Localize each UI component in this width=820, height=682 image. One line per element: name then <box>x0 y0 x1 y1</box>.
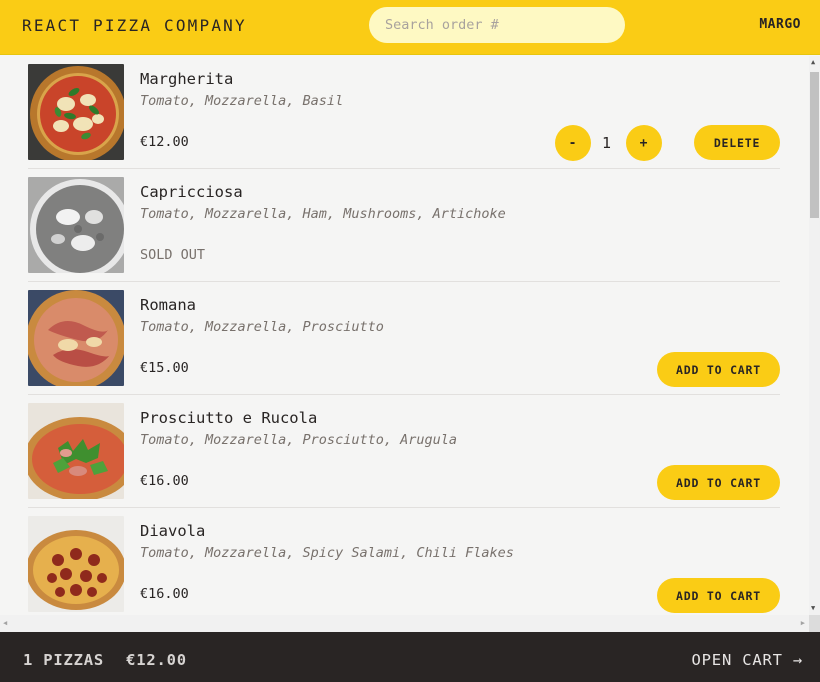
add-to-cart-button[interactable]: ADD TO CART <box>657 578 780 613</box>
pizza-image-prosciutto-e-rucola <box>28 403 124 499</box>
vertical-scrollbar-thumb[interactable] <box>810 72 819 218</box>
add-to-cart-button[interactable]: ADD TO CART <box>657 352 780 387</box>
pizza-ingredients: Tomato, Mozzarella, Prosciutto, Arugula <box>140 432 457 448</box>
pizza-price: €16.00 <box>140 473 189 489</box>
pizza-name: Capricciosa <box>140 183 243 201</box>
scroll-down-arrow-icon[interactable]: ▼ <box>811 605 815 612</box>
menu-item-romana: Romana Tomato, Mozzarella, Prosciutto €1… <box>28 282 780 395</box>
pizza-price: €12.00 <box>140 134 189 150</box>
scrollbar-corner <box>809 615 820 632</box>
pizza-name: Romana <box>140 296 196 314</box>
add-to-cart-button[interactable]: ADD TO CART <box>657 465 780 500</box>
search-input[interactable] <box>369 7 625 43</box>
username: MARGO <box>759 17 801 32</box>
logo[interactable]: REACT PIZZA COMPANY <box>22 16 247 35</box>
pizza-price: €15.00 <box>140 360 189 376</box>
pizza-name: Margherita <box>140 70 234 88</box>
pizza-name: Prosciutto e Rucola <box>140 409 318 427</box>
delete-item-button[interactable]: DELETE <box>694 125 780 160</box>
sold-out-label: SOLD OUT <box>140 247 206 263</box>
quantity-value: 1 <box>602 134 612 152</box>
app-header: REACT PIZZA COMPANY MARGO <box>0 0 820 55</box>
pizza-ingredients: Tomato, Mozzarella, Prosciutto <box>140 319 384 335</box>
pizza-image-margherita <box>28 64 124 160</box>
menu-list: Margherita Tomato, Mozzarella, Basil €12… <box>28 56 780 615</box>
pizza-image-diavola <box>28 516 124 612</box>
scroll-left-arrow-icon[interactable]: ◀ <box>3 619 7 627</box>
cart-summary: 1 PIZZAS €12.00 <box>23 651 187 669</box>
pizza-image-capricciosa <box>28 177 124 273</box>
pizza-name: Diavola <box>140 522 206 540</box>
open-cart-link[interactable]: OPEN CART → <box>692 651 803 669</box>
cart-pizza-count: 1 PIZZAS <box>23 651 105 669</box>
pizza-ingredients: Tomato, Mozzarella, Basil <box>140 93 344 109</box>
increase-quantity-button[interactable]: + <box>626 125 662 161</box>
horizontal-scrollbar[interactable]: ◀ ▶ <box>0 615 809 632</box>
pizza-price: €16.00 <box>140 586 189 602</box>
cart-total: €12.00 <box>126 651 187 669</box>
menu-item-margherita: Margherita Tomato, Mozzarella, Basil €12… <box>28 56 780 169</box>
menu-list-container: Margherita Tomato, Mozzarella, Basil €12… <box>0 56 809 615</box>
decrease-quantity-button[interactable]: - <box>555 125 591 161</box>
cart-overview-bar: 1 PIZZAS €12.00 OPEN CART → <box>0 632 820 682</box>
vertical-scrollbar[interactable]: ▲ ▼ <box>809 56 820 615</box>
menu-item-diavola: Diavola Tomato, Mozzarella, Spicy Salami… <box>28 508 780 615</box>
menu-item-prosciutto-e-rucola: Prosciutto e Rucola Tomato, Mozzarella, … <box>28 395 780 508</box>
pizza-image-romana <box>28 290 124 386</box>
menu-item-capricciosa: Capricciosa Tomato, Mozzarella, Ham, Mus… <box>28 169 780 282</box>
scroll-up-arrow-icon[interactable]: ▲ <box>811 59 815 66</box>
pizza-ingredients: Tomato, Mozzarella, Ham, Mushrooms, Arti… <box>140 206 506 222</box>
scroll-right-arrow-icon[interactable]: ▶ <box>801 619 805 627</box>
pizza-ingredients: Tomato, Mozzarella, Spicy Salami, Chili … <box>140 545 514 561</box>
